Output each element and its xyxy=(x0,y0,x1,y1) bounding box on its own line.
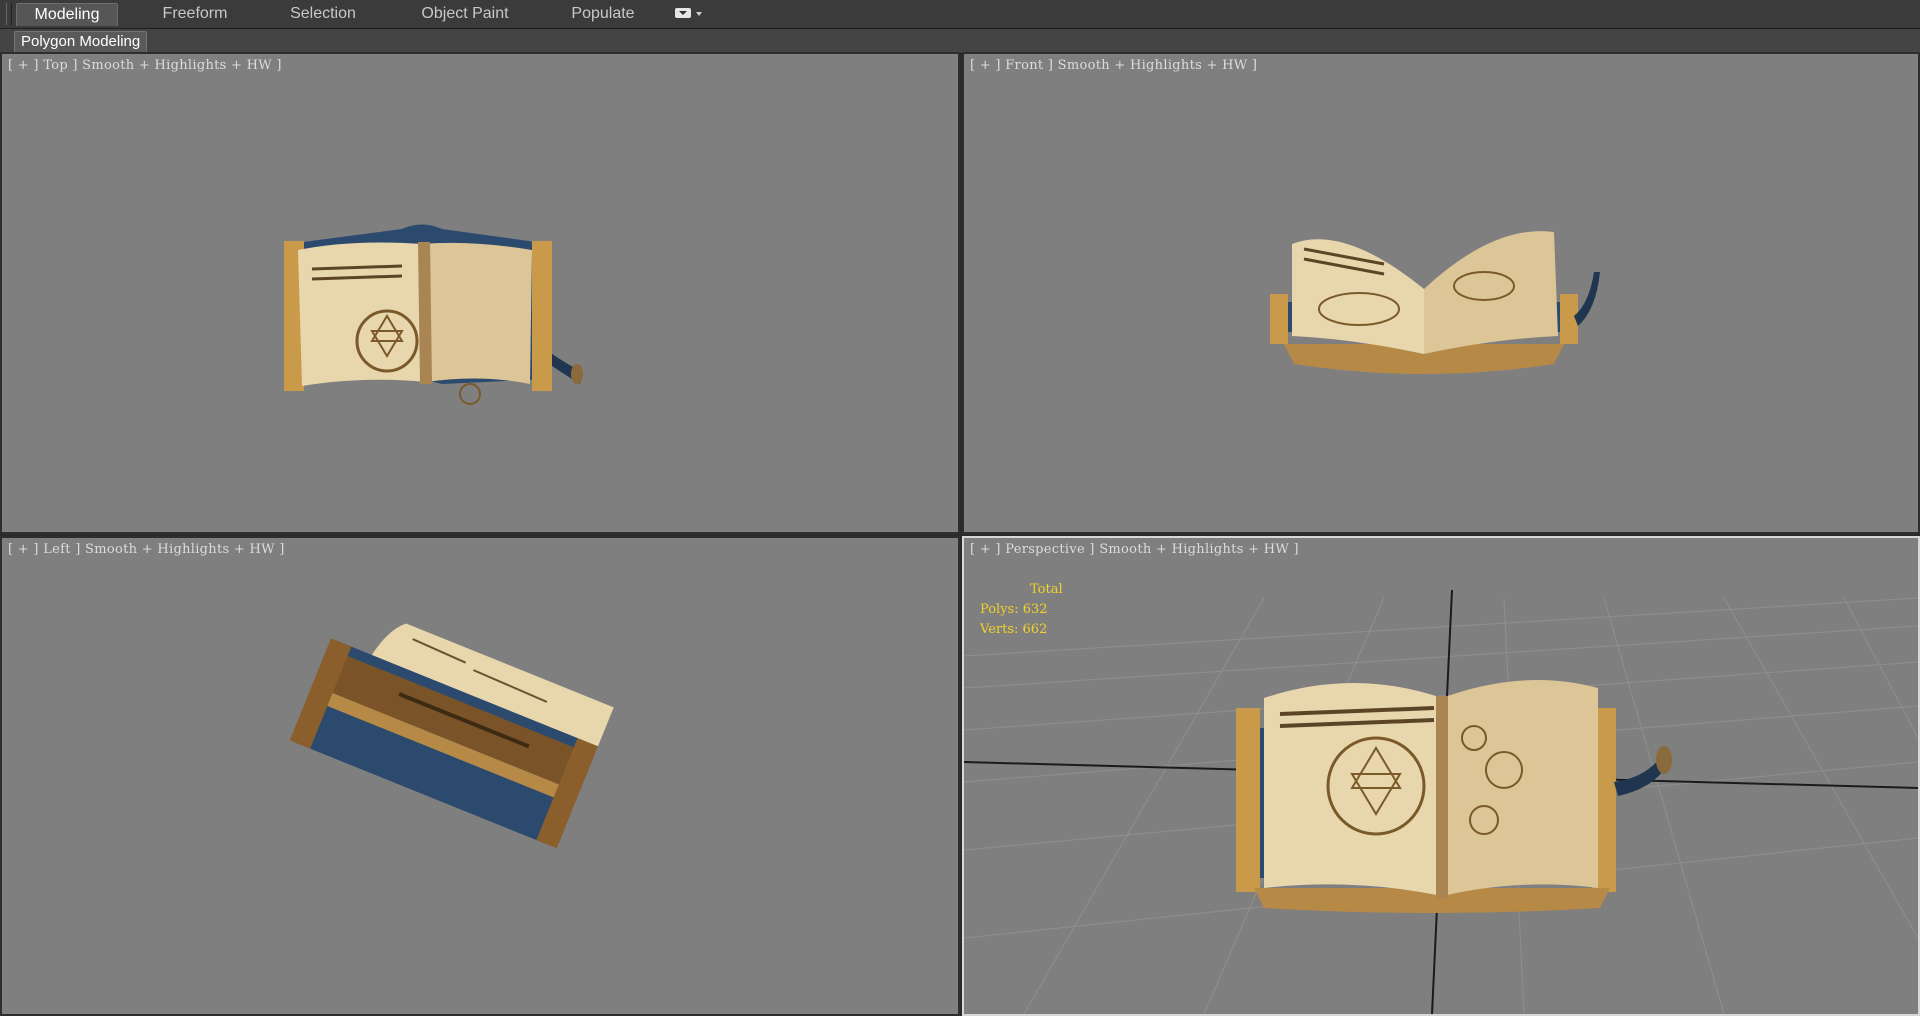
ribbon-options-icon[interactable] xyxy=(675,8,691,18)
tab-selection[interactable]: Selection xyxy=(268,3,378,25)
tab-populate[interactable]: Populate xyxy=(548,3,658,25)
polygon-modeling-panel[interactable]: Polygon Modeling xyxy=(14,31,148,53)
tab-object-paint[interactable]: Object Paint xyxy=(405,3,525,25)
viewport-front[interactable]: [ + ] Front ] Smooth + Highlights + HW ] xyxy=(962,52,1920,534)
chevron-down-icon[interactable] xyxy=(696,12,702,16)
book-model-perspective-view xyxy=(964,589,1918,1014)
book-model-left-view xyxy=(289,623,614,849)
book-model-front-view xyxy=(1270,231,1600,374)
ribbon-grip[interactable] xyxy=(6,3,12,25)
tab-freeform[interactable]: Freeform xyxy=(140,3,250,25)
book-model-top-view xyxy=(284,224,583,405)
viewport-top[interactable]: [ + ] Top ] Smooth + Highlights + HW ] xyxy=(0,52,960,534)
viewport-left[interactable]: [ + ] Left ] Smooth + Highlights + HW ] xyxy=(0,536,960,1016)
ribbon-tab-bar: Modeling Freeform Selection Object Paint… xyxy=(0,0,1920,29)
viewport-perspective[interactable]: [ + ] Perspective ] Smooth + Highlights … xyxy=(962,536,1920,1016)
tab-modeling[interactable]: Modeling xyxy=(16,3,118,26)
ribbon-panel-strip: Polygon Modeling xyxy=(0,29,1920,54)
